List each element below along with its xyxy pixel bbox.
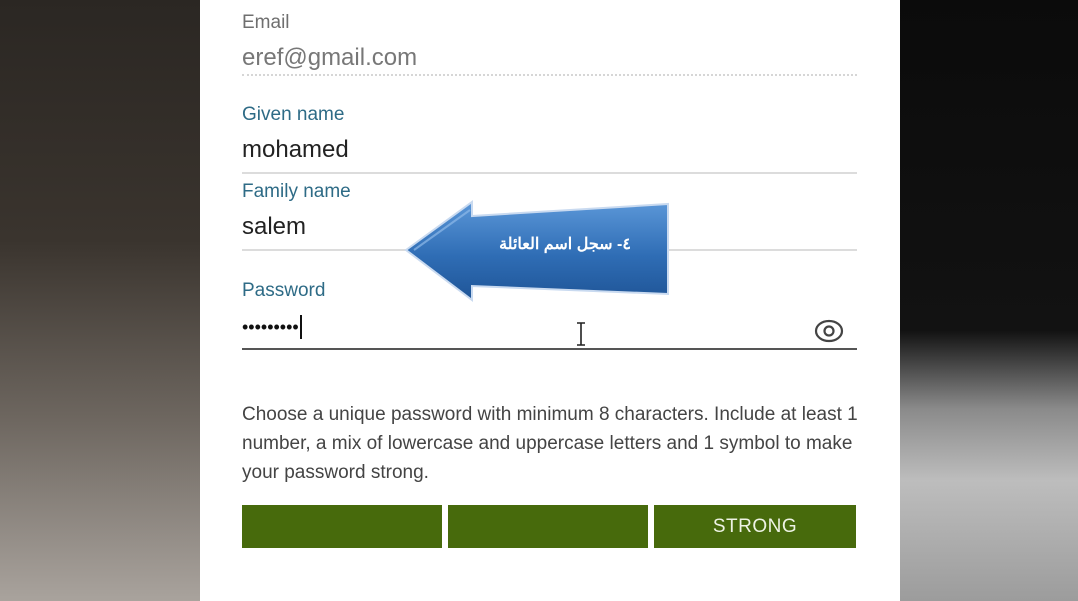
given-name-field-group: Given name mohamed xyxy=(242,104,857,176)
password-hint: Choose a unique password with minimum 8 … xyxy=(242,404,858,483)
email-field: eref@gmail.com xyxy=(242,44,418,71)
given-name-underline xyxy=(242,172,857,174)
given-name-input[interactable]: mohamed xyxy=(242,136,857,164)
background-right xyxy=(900,0,1078,601)
strength-segment-1 xyxy=(242,505,442,548)
eye-icon[interactable] xyxy=(813,318,845,344)
callout-text: ٤- سجل اسم العائلة xyxy=(499,236,631,253)
password-input[interactable]: ••••••••• xyxy=(242,312,857,341)
given-name-label: Given name xyxy=(242,104,345,125)
background-left xyxy=(0,0,200,601)
strength-segment-2 xyxy=(448,505,648,548)
strength-segment-3: STRONG xyxy=(654,505,856,548)
password-underline xyxy=(242,348,857,350)
email-underline xyxy=(242,74,857,76)
strength-label: STRONG xyxy=(712,515,798,537)
email-field-group: Email eref@gmail.com xyxy=(242,12,857,78)
email-label: Email xyxy=(242,12,290,33)
text-cursor-icon xyxy=(577,322,585,346)
text-caret xyxy=(299,314,302,339)
password-masked-value: ••••••••• xyxy=(242,317,299,337)
